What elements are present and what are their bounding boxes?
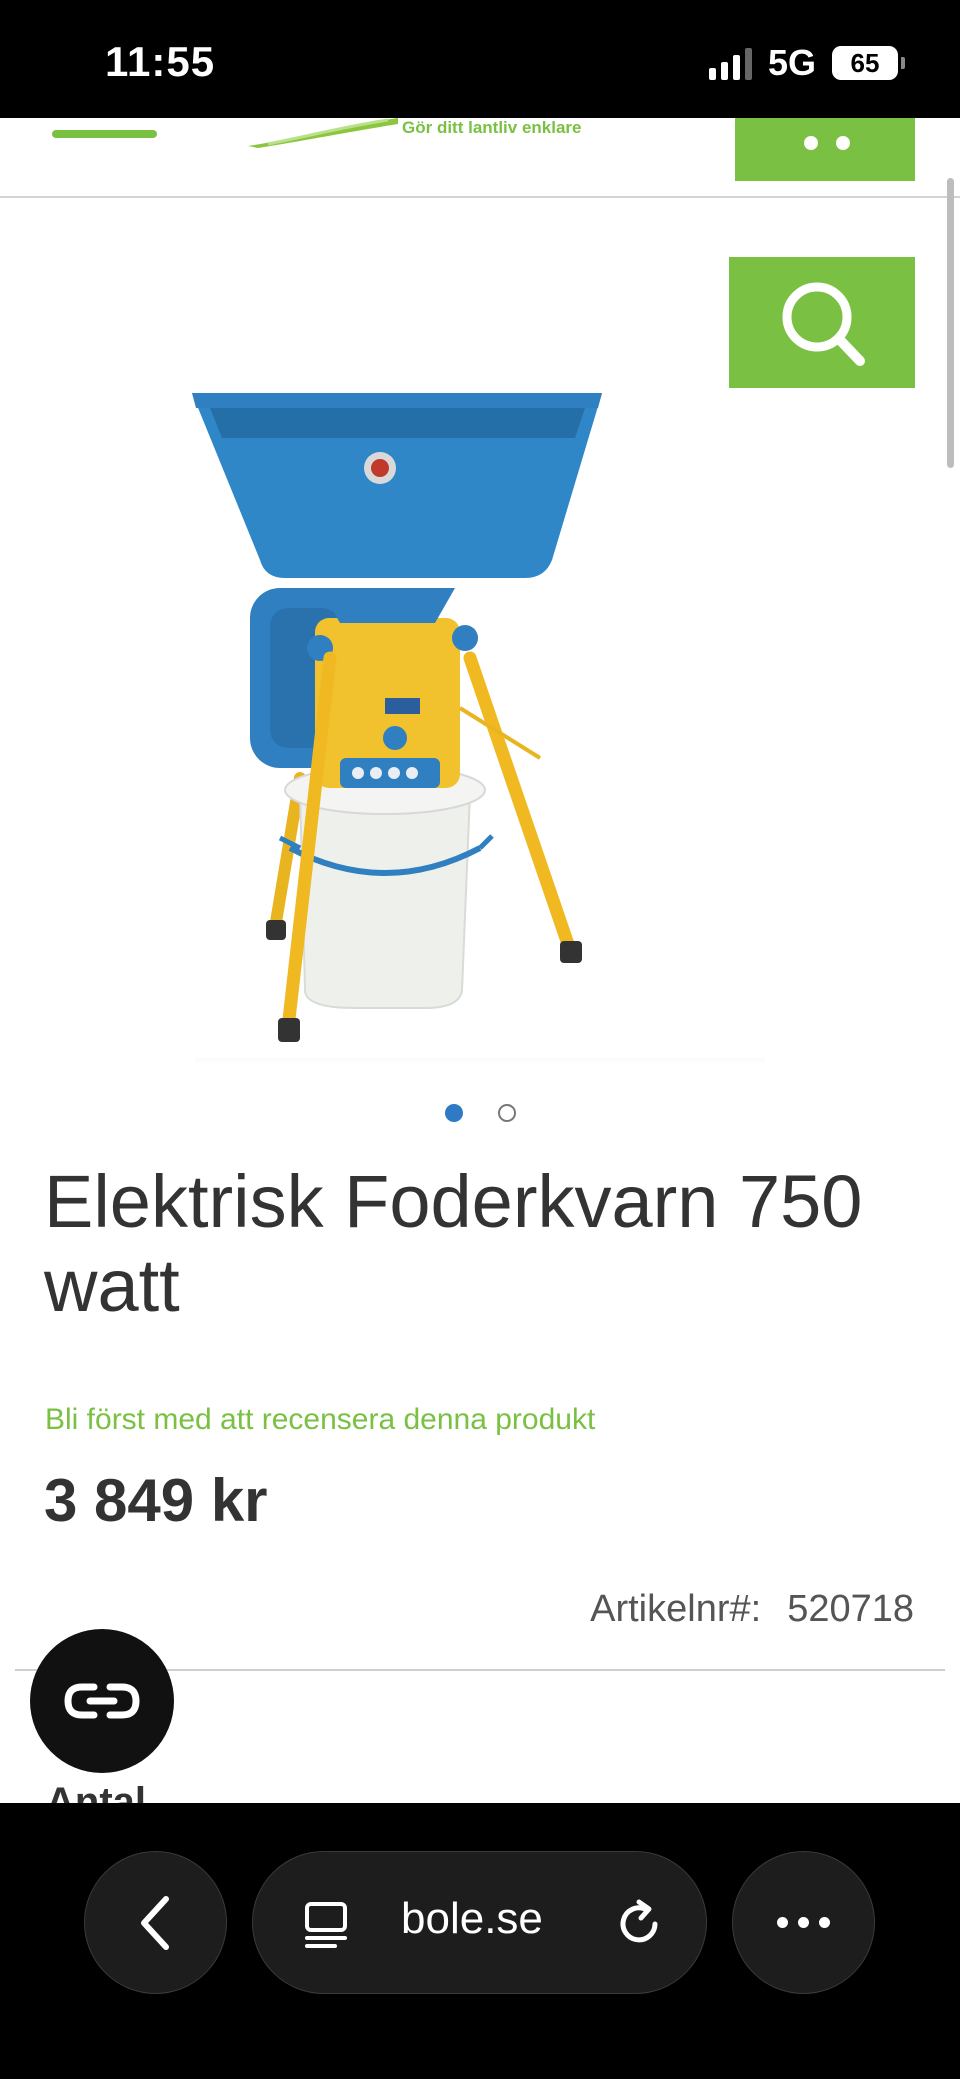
cart-wheel — [804, 136, 818, 150]
page-scrollbar[interactable] — [947, 178, 954, 468]
site-tagline: Gör ditt lantliv enklare — [402, 118, 582, 137]
cart-wheel — [836, 136, 850, 150]
more-dot — [819, 1917, 830, 1928]
chat-link-icon — [64, 1683, 140, 1719]
chevron-left-icon — [140, 1895, 169, 1950]
reload-icon[interactable] — [611, 1896, 667, 1952]
status-time: 11:55 — [105, 38, 216, 85]
sku-label: Artikelnr#: — [590, 1588, 762, 1630]
web-page: Gör ditt lantliv enklare Elektrisk Foder… — [0, 118, 960, 1803]
product-image[interactable] — [180, 238, 780, 1198]
product-title: Elektrisk Foderkvarn 750 watt — [44, 1160, 863, 1327]
product-price: 3 849 kr — [44, 1467, 268, 1534]
address-bar[interactable]: bole.se — [252, 1851, 707, 1994]
signal-icon — [708, 46, 752, 80]
network-type: 5G — [767, 42, 816, 83]
more-dot — [777, 1917, 788, 1928]
status-bar: 11:55 5G 65 — [0, 0, 960, 118]
url-text: bole.se — [401, 1894, 543, 1943]
page-menu-icon[interactable] — [301, 1900, 351, 1950]
magnifier-icon — [782, 282, 865, 366]
gallery-dot-1[interactable] — [444, 1104, 463, 1122]
hamburger-menu-icon[interactable] — [52, 130, 157, 138]
chat-button[interactable] — [30, 1629, 174, 1773]
image-shadow — [195, 1058, 765, 1066]
more-dot — [798, 1917, 809, 1928]
status-indicators: 5G 65 — [708, 42, 905, 84]
gallery-pagination — [0, 1104, 960, 1122]
cart-button[interactable] — [735, 118, 915, 181]
product-sku: Artikelnr#: 520718 — [590, 1588, 914, 1631]
logo-leaf-icon[interactable] — [248, 118, 398, 148]
battery-icon: 65 — [832, 46, 905, 80]
site-header: Gör ditt lantliv enklare — [0, 118, 960, 198]
image-zoom-button[interactable] — [729, 257, 915, 388]
quantity-label: Antal — [46, 1780, 146, 1803]
gallery-dot-2[interactable] — [497, 1104, 516, 1122]
write-review-link[interactable]: Bli först med att recensera denna produk… — [45, 1403, 595, 1437]
browser-toolbar: bole.se — [0, 1803, 960, 2079]
battery-level: 65 — [850, 47, 880, 78]
sku-value: 520718 — [787, 1588, 914, 1630]
more-button[interactable] — [732, 1851, 875, 1994]
back-button[interactable] — [84, 1851, 227, 1994]
